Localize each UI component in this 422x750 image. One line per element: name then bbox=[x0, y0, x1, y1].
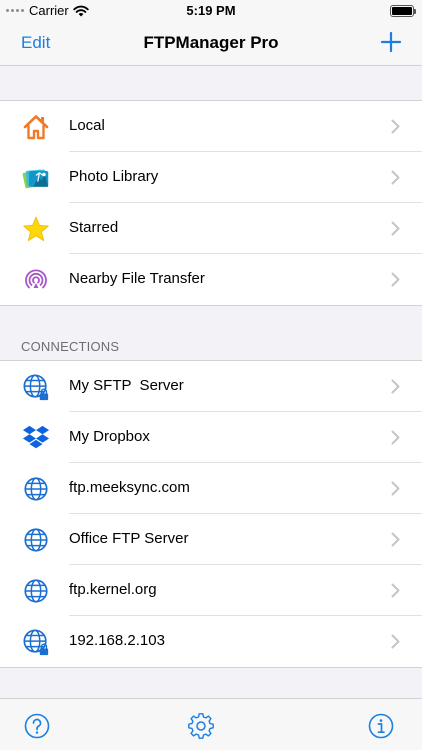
connections-header: CONNECTIONS bbox=[21, 339, 120, 354]
chevron-right-icon bbox=[391, 170, 400, 185]
row-label: Office FTP Server bbox=[69, 530, 189, 547]
photos-icon bbox=[22, 164, 50, 192]
chevron-right-icon bbox=[391, 119, 400, 134]
row-label: Nearby File Transfer bbox=[69, 270, 205, 287]
row-label: Local bbox=[69, 117, 105, 134]
airdrop-icon bbox=[22, 266, 50, 294]
row-starred[interactable]: Starred bbox=[0, 203, 422, 254]
globe-icon bbox=[22, 526, 50, 554]
chevron-right-icon bbox=[391, 532, 400, 547]
row-connection[interactable]: ftp.kernel.org bbox=[0, 565, 422, 616]
status-bar: Carrier 5:19 PM bbox=[0, 0, 422, 22]
gear-icon[interactable] bbox=[188, 713, 214, 739]
plus-icon[interactable] bbox=[379, 30, 403, 54]
globe-icon bbox=[22, 577, 50, 605]
row-label: Photo Library bbox=[69, 168, 159, 185]
tab-bar bbox=[0, 698, 422, 750]
row-label: My SFTP Server bbox=[69, 377, 184, 394]
row-connection[interactable]: 192.168.2.103 bbox=[0, 616, 422, 667]
row-label: My Dropbox bbox=[69, 428, 150, 445]
chevron-right-icon bbox=[391, 379, 400, 394]
row-label: 192.168.2.103 bbox=[69, 632, 165, 649]
globe-lock-icon bbox=[22, 373, 50, 401]
row-label: Starred bbox=[69, 219, 119, 236]
row-connection[interactable]: My SFTP Server bbox=[0, 361, 422, 412]
page-title: FTPManager Pro bbox=[143, 33, 279, 52]
info-icon[interactable] bbox=[368, 713, 394, 739]
globe-icon bbox=[22, 475, 50, 503]
globe-lock-icon bbox=[22, 628, 50, 656]
chevron-right-icon bbox=[391, 430, 400, 445]
battery-icon bbox=[390, 5, 416, 17]
navigation-bar: Edit FTPManager Pro bbox=[0, 22, 422, 66]
chevron-right-icon bbox=[391, 272, 400, 287]
question-icon[interactable] bbox=[24, 713, 50, 739]
chevron-right-icon bbox=[391, 583, 400, 598]
dropbox-icon bbox=[22, 424, 50, 452]
house-icon bbox=[22, 113, 50, 141]
row-connection[interactable]: Office FTP Server bbox=[0, 514, 422, 565]
row-label: ftp.meeksync.com bbox=[69, 479, 190, 496]
row-connection[interactable]: ftp.meeksync.com bbox=[0, 463, 422, 514]
star-icon bbox=[22, 215, 50, 243]
row-connection[interactable]: My Dropbox bbox=[0, 412, 422, 463]
locations-section: Local Photo Library Starred Nearby File … bbox=[0, 100, 422, 306]
chevron-right-icon bbox=[391, 634, 400, 649]
status-time: 5:19 PM bbox=[186, 3, 236, 18]
row-label: ftp.kernel.org bbox=[69, 581, 157, 598]
chevron-right-icon bbox=[391, 481, 400, 496]
row-photo-library[interactable]: Photo Library bbox=[0, 152, 422, 203]
row-nearby-file-transfer[interactable]: Nearby File Transfer bbox=[0, 254, 422, 305]
row-local[interactable]: Local bbox=[0, 101, 422, 152]
connections-section: My SFTP Server My Dropbox ftp.meeksync.c… bbox=[0, 360, 422, 668]
chevron-right-icon bbox=[391, 221, 400, 236]
